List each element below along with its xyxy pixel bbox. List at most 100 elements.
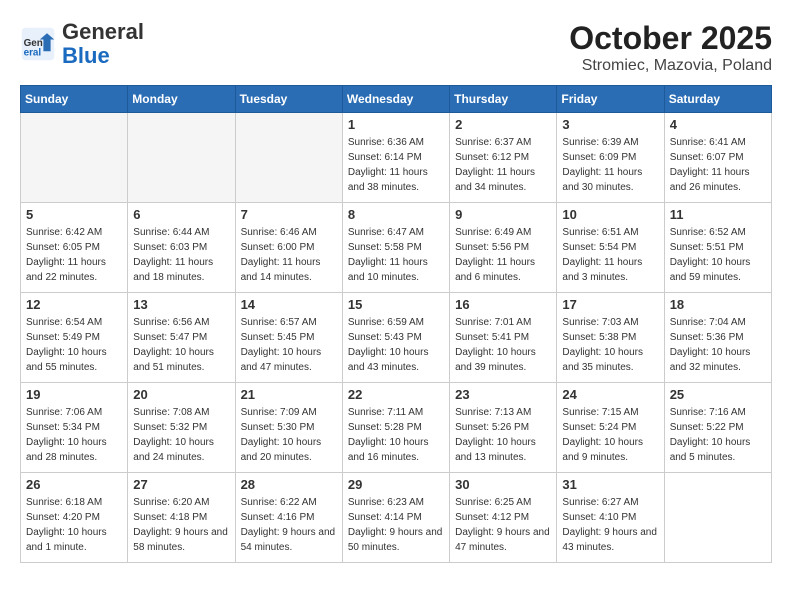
header-monday: Monday	[128, 86, 235, 113]
calendar-cell: 11 Sunrise: 6:52 AMSunset: 5:51 PMDayligh…	[664, 203, 771, 293]
calendar-table: SundayMondayTuesdayWednesdayThursdayFrid…	[20, 85, 772, 563]
day-info: Sunrise: 7:01 AMSunset: 5:41 PMDaylight:…	[455, 315, 551, 375]
day-info: Sunrise: 7:08 AMSunset: 5:32 PMDaylight:…	[133, 405, 229, 465]
day-info: Sunrise: 6:37 AMSunset: 6:12 PMDaylight:…	[455, 135, 551, 195]
day-number: 13	[133, 297, 229, 312]
day-info: Sunrise: 7:09 AMSunset: 5:30 PMDaylight:…	[241, 405, 337, 465]
day-info: Sunrise: 6:22 AMSunset: 4:16 PMDaylight:…	[241, 495, 337, 555]
day-info: Sunrise: 7:11 AMSunset: 5:28 PMDaylight:…	[348, 405, 444, 465]
day-info: Sunrise: 6:41 AMSunset: 6:07 PMDaylight:…	[670, 135, 766, 195]
day-number: 18	[670, 297, 766, 312]
day-number: 30	[455, 477, 551, 492]
day-info: Sunrise: 7:04 AMSunset: 5:36 PMDaylight:…	[670, 315, 766, 375]
calendar-cell: 21 Sunrise: 7:09 AMSunset: 5:30 PMDayligh…	[235, 383, 342, 473]
day-number: 8	[348, 207, 444, 222]
calendar-cell: 15 Sunrise: 6:59 AMSunset: 5:43 PMDayligh…	[342, 293, 449, 383]
day-info: Sunrise: 6:57 AMSunset: 5:45 PMDaylight:…	[241, 315, 337, 375]
day-info: Sunrise: 6:25 AMSunset: 4:12 PMDaylight:…	[455, 495, 551, 555]
week-row-1: 1 Sunrise: 6:36 AMSunset: 6:14 PMDaylight…	[21, 113, 772, 203]
day-number: 26	[26, 477, 122, 492]
calendar-cell: 28 Sunrise: 6:22 AMSunset: 4:16 PMDayligh…	[235, 473, 342, 563]
day-info: Sunrise: 7:03 AMSunset: 5:38 PMDaylight:…	[562, 315, 658, 375]
day-number: 15	[348, 297, 444, 312]
week-row-2: 5 Sunrise: 6:42 AMSunset: 6:05 PMDaylight…	[21, 203, 772, 293]
calendar-cell	[235, 113, 342, 203]
calendar-cell: 27Sunrise: 6:20 AMSunset: 4:18 PMDayligh…	[128, 473, 235, 563]
day-info: Sunrise: 7:15 AMSunset: 5:24 PMDaylight:…	[562, 405, 658, 465]
calendar-cell: 5 Sunrise: 6:42 AMSunset: 6:05 PMDaylight…	[21, 203, 128, 293]
calendar-cell: 31 Sunrise: 6:27 AMSunset: 4:10 PMDayligh…	[557, 473, 664, 563]
calendar-cell: 6 Sunrise: 6:44 AMSunset: 6:03 PMDaylight…	[128, 203, 235, 293]
week-row-3: 12Sunrise: 6:54 AMSunset: 5:49 PMDayligh…	[21, 293, 772, 383]
calendar-cell: 3Sunrise: 6:39 AMSunset: 6:09 PMDaylight…	[557, 113, 664, 203]
day-number: 29	[348, 477, 444, 492]
calendar-cell: 10Sunrise: 6:51 AMSunset: 5:54 PMDayligh…	[557, 203, 664, 293]
day-info: Sunrise: 6:18 AMSunset: 4:20 PMDaylight:…	[26, 495, 122, 555]
weekday-header-row: SundayMondayTuesdayWednesdayThursdayFrid…	[21, 86, 772, 113]
day-number: 14	[241, 297, 337, 312]
calendar-cell: 26 Sunrise: 6:18 AMSunset: 4:20 PMDayligh…	[21, 473, 128, 563]
logo-icon: Gen eral	[20, 26, 56, 62]
logo-text: GeneralBlue	[62, 20, 144, 68]
svg-text:eral: eral	[24, 48, 42, 59]
day-number: 1	[348, 117, 444, 132]
day-number: 9	[455, 207, 551, 222]
day-number: 5	[26, 207, 122, 222]
calendar-cell: 24 Sunrise: 7:15 AMSunset: 5:24 PMDayligh…	[557, 383, 664, 473]
day-number: 24	[562, 387, 658, 402]
logo: Gen eral GeneralBlue	[20, 20, 144, 68]
day-number: 7	[241, 207, 337, 222]
day-number: 25	[670, 387, 766, 402]
day-info: Sunrise: 6:49 AMSunset: 5:56 PMDaylight:…	[455, 225, 551, 285]
calendar-cell: 20 Sunrise: 7:08 AMSunset: 5:32 PMDayligh…	[128, 383, 235, 473]
day-number: 17	[562, 297, 658, 312]
page-header: Gen eral GeneralBlue October 2025 Stromi…	[20, 20, 772, 75]
calendar-cell	[664, 473, 771, 563]
day-number: 20	[133, 387, 229, 402]
day-number: 4	[670, 117, 766, 132]
calendar-cell: 4 Sunrise: 6:41 AMSunset: 6:07 PMDaylight…	[664, 113, 771, 203]
header-thursday: Thursday	[450, 86, 557, 113]
header-tuesday: Tuesday	[235, 86, 342, 113]
header-sunday: Sunday	[21, 86, 128, 113]
calendar-cell: 22 Sunrise: 7:11 AMSunset: 5:28 PMDayligh…	[342, 383, 449, 473]
day-number: 28	[241, 477, 337, 492]
month-title: October 2025	[569, 20, 772, 57]
day-info: Sunrise: 6:47 AMSunset: 5:58 PMDaylight:…	[348, 225, 444, 285]
calendar-cell: 17 Sunrise: 7:03 AMSunset: 5:38 PMDayligh…	[557, 293, 664, 383]
day-number: 6	[133, 207, 229, 222]
day-info: Sunrise: 6:51 AMSunset: 5:54 PMDaylight:…	[562, 225, 658, 285]
calendar-cell: 30 Sunrise: 6:25 AMSunset: 4:12 PMDayligh…	[450, 473, 557, 563]
day-info: Sunrise: 6:42 AMSunset: 6:05 PMDaylight:…	[26, 225, 122, 285]
day-info: Sunrise: 6:59 AMSunset: 5:43 PMDaylight:…	[348, 315, 444, 375]
calendar-cell: 12Sunrise: 6:54 AMSunset: 5:49 PMDayligh…	[21, 293, 128, 383]
calendar-cell: 25 Sunrise: 7:16 AMSunset: 5:22 PMDayligh…	[664, 383, 771, 473]
day-info: Sunrise: 6:27 AMSunset: 4:10 PMDaylight:…	[562, 495, 658, 555]
day-info: Sunrise: 6:44 AMSunset: 6:03 PMDaylight:…	[133, 225, 229, 285]
title-block: October 2025 Stromiec, Mazovia, Poland	[569, 20, 772, 75]
calendar-cell: 29Sunrise: 6:23 AMSunset: 4:14 PMDayligh…	[342, 473, 449, 563]
day-number: 12	[26, 297, 122, 312]
calendar-cell: 13Sunrise: 6:56 AMSunset: 5:47 PMDayligh…	[128, 293, 235, 383]
calendar-cell: 7Sunrise: 6:46 AMSunset: 6:00 PMDaylight…	[235, 203, 342, 293]
location-subtitle: Stromiec, Mazovia, Poland	[569, 57, 772, 75]
day-number: 23	[455, 387, 551, 402]
day-info: Sunrise: 7:13 AMSunset: 5:26 PMDaylight:…	[455, 405, 551, 465]
calendar-cell: 19Sunrise: 7:06 AMSunset: 5:34 PMDayligh…	[21, 383, 128, 473]
day-number: 21	[241, 387, 337, 402]
day-number: 11	[670, 207, 766, 222]
day-number: 31	[562, 477, 658, 492]
calendar-cell	[128, 113, 235, 203]
calendar-cell: 18 Sunrise: 7:04 AMSunset: 5:36 PMDayligh…	[664, 293, 771, 383]
day-info: Sunrise: 6:39 AMSunset: 6:09 PMDaylight:…	[562, 135, 658, 195]
day-info: Sunrise: 6:36 AMSunset: 6:14 PMDaylight:…	[348, 135, 444, 195]
day-number: 22	[348, 387, 444, 402]
header-saturday: Saturday	[664, 86, 771, 113]
day-info: Sunrise: 6:52 AMSunset: 5:51 PMDaylight:…	[670, 225, 766, 285]
day-number: 27	[133, 477, 229, 492]
day-number: 19	[26, 387, 122, 402]
calendar-cell: 1 Sunrise: 6:36 AMSunset: 6:14 PMDaylight…	[342, 113, 449, 203]
header-wednesday: Wednesday	[342, 86, 449, 113]
calendar-cell: 2Sunrise: 6:37 AMSunset: 6:12 PMDaylight…	[450, 113, 557, 203]
day-info: Sunrise: 7:16 AMSunset: 5:22 PMDaylight:…	[670, 405, 766, 465]
